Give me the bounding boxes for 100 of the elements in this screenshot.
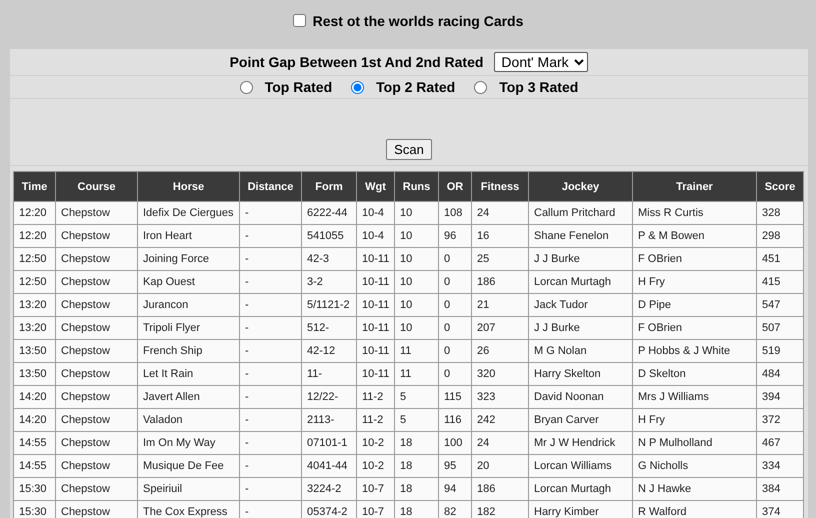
table-cell: Valadon	[138, 408, 240, 432]
table-cell: -	[240, 432, 302, 454]
table-cell: 10	[394, 270, 438, 294]
table-cell: 0	[438, 362, 472, 386]
table-cell: 20	[472, 454, 528, 478]
table-cell: 186	[472, 478, 528, 500]
table-cell: Joining Force	[138, 248, 240, 270]
table-cell: -	[240, 270, 302, 294]
table-cell: 10-7	[356, 478, 394, 500]
table-cell: 14:20	[14, 408, 56, 432]
table-cell: Harry Skelton	[528, 362, 632, 386]
table-cell: 372	[756, 408, 804, 432]
table-cell: 16	[472, 224, 528, 248]
table-cell: 15:30	[14, 500, 56, 518]
table-cell: 96	[438, 224, 472, 248]
table-cell: 10	[394, 202, 438, 224]
table-cell: 12:20	[14, 202, 56, 224]
table-cell: Chepstow	[56, 408, 138, 432]
table-cell: Chepstow	[56, 224, 138, 248]
table-cell: 24	[472, 432, 528, 454]
table-cell: Chepstow	[56, 202, 138, 224]
table-cell: Chepstow	[56, 478, 138, 500]
table-cell: Callum Pritchard	[528, 202, 632, 224]
table-cell: J J Burke	[528, 248, 632, 270]
table-cell: -	[240, 316, 302, 340]
table-cell: 21	[472, 294, 528, 316]
radio-button[interactable]	[240, 80, 253, 94]
table-cell: 13:20	[14, 316, 56, 340]
column-header[interactable]: Fitness	[472, 172, 528, 202]
table-cell: 186	[472, 270, 528, 294]
table-cell: 12:20	[14, 224, 56, 248]
table-cell: 0	[438, 340, 472, 362]
column-header[interactable]: Time	[14, 172, 56, 202]
scan-button[interactable]: Scan	[386, 139, 432, 160]
table-cell: F OBrien	[632, 248, 756, 270]
table-cell: 10-11	[356, 340, 394, 362]
table-cell: 26	[472, 340, 528, 362]
table-cell: -	[240, 386, 302, 408]
table-cell: 207	[472, 316, 528, 340]
column-header[interactable]: Runs	[394, 172, 438, 202]
table-cell: Bryan Carver	[528, 408, 632, 432]
table-cell: 14:20	[14, 386, 56, 408]
table-cell: -	[240, 454, 302, 478]
table-cell: 10-11	[356, 270, 394, 294]
table-cell: Lorcan Murtagh	[528, 270, 632, 294]
table-cell: Lorcan Williams	[528, 454, 632, 478]
table-cell: Chepstow	[56, 294, 138, 316]
column-header[interactable]: OR	[438, 172, 472, 202]
column-header[interactable]: Form	[302, 172, 356, 202]
column-header[interactable]: Trainer	[632, 172, 756, 202]
table-cell: Javert Allen	[138, 386, 240, 408]
radio-button[interactable]	[474, 80, 488, 94]
table-cell: 115	[438, 386, 472, 408]
table-cell: 13:20	[14, 294, 56, 316]
table-cell: 10-4	[356, 224, 394, 248]
column-header[interactable]: Horse	[138, 172, 240, 202]
table-cell: -	[240, 294, 302, 316]
table-cell: 384	[756, 478, 804, 500]
table-cell: 394	[756, 386, 804, 408]
table-cell: Speiriuil	[138, 478, 240, 500]
column-header[interactable]: Score	[756, 172, 804, 202]
radio-button[interactable]	[351, 80, 364, 94]
table-cell: David Noonan	[528, 386, 632, 408]
table-cell: J J Burke	[528, 316, 632, 340]
table-cell: 10-11	[356, 362, 394, 386]
table-cell: Mr J W Hendrick	[528, 432, 632, 454]
table-cell: 0	[438, 270, 472, 294]
dropdown[interactable]: Dont' Mark	[494, 52, 588, 72]
table-cell: 07101-1	[302, 432, 356, 454]
table-cell: D Skelton	[632, 362, 756, 386]
table-cell: 18	[394, 454, 438, 478]
table-cell: -	[240, 478, 302, 500]
table-cell: 10-2	[356, 432, 394, 454]
table-cell: 451	[756, 248, 804, 270]
table-cell: 10	[394, 248, 438, 270]
table-cell: 12/22-	[302, 386, 356, 408]
column-header[interactable]: Wgt	[356, 172, 394, 202]
table-cell: 242	[472, 408, 528, 432]
table-cell: -	[240, 340, 302, 362]
table-cell: 116	[438, 408, 472, 432]
table-cell: 541055	[302, 224, 356, 248]
checkbox[interactable]	[292, 14, 306, 27]
table-cell: 11-2	[356, 408, 394, 432]
table-cell: 0	[438, 316, 472, 340]
column-header[interactable]: Jockey	[528, 172, 632, 202]
table-cell: H Fry	[632, 270, 756, 294]
table-cell: Musique De Fee	[138, 454, 240, 478]
table-cell: Chepstow	[56, 432, 138, 454]
table-cell: Chepstow	[56, 362, 138, 386]
table-cell: N P Mulholland	[632, 432, 756, 454]
column-header[interactable]: Course	[56, 172, 138, 202]
table-cell: 11-	[302, 362, 356, 386]
table-cell: N J Hawke	[632, 478, 756, 500]
column-header[interactable]: Distance	[240, 172, 302, 202]
table-cell: 10-11	[356, 316, 394, 340]
table-cell: 95	[438, 454, 472, 478]
table-cell: 10-11	[356, 248, 394, 270]
table-cell: Chepstow	[56, 316, 138, 340]
table-cell: 13:50	[14, 340, 56, 362]
table-cell: Let It Rain	[138, 362, 240, 386]
